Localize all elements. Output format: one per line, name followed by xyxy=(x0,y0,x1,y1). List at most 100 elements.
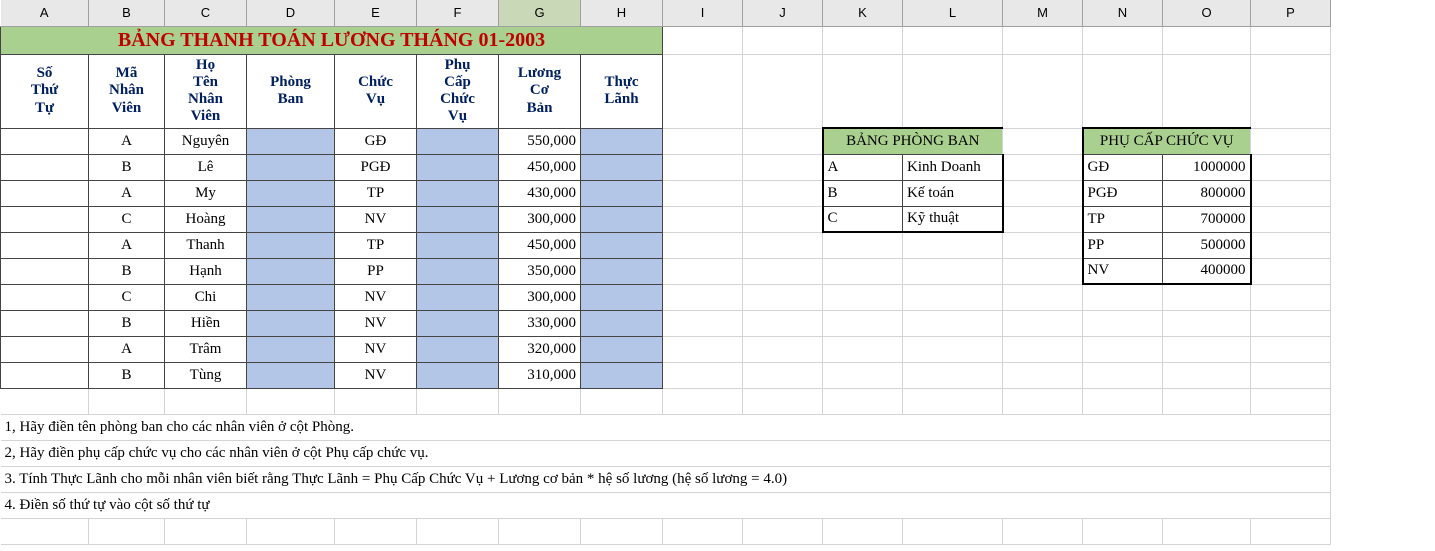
cell-stt[interactable] xyxy=(1,206,89,232)
col-header-H[interactable]: H xyxy=(581,0,663,26)
cell[interactable] xyxy=(1003,26,1083,54)
cell-chuc-vu[interactable]: NV xyxy=(335,310,417,336)
cell-chuc-vu[interactable]: TP xyxy=(335,232,417,258)
cell[interactable] xyxy=(823,336,903,362)
cell-phong-ban[interactable] xyxy=(247,128,335,154)
cell[interactable] xyxy=(1163,310,1251,336)
cell[interactable] xyxy=(903,518,1003,544)
allowance-header[interactable]: PHỤ CẤP CHỨC VỤ xyxy=(1083,128,1251,154)
allowance-role[interactable]: PP xyxy=(1083,232,1163,258)
cell-stt[interactable] xyxy=(1,336,89,362)
header-b[interactable]: MãNhânViên xyxy=(89,54,165,128)
col-header-G[interactable]: G xyxy=(499,0,581,26)
cell-phong-ban[interactable] xyxy=(247,336,335,362)
cell[interactable] xyxy=(903,284,1003,310)
col-header-D[interactable]: D xyxy=(247,0,335,26)
cell[interactable] xyxy=(743,128,823,154)
cell-stt[interactable] xyxy=(1,258,89,284)
cell[interactable] xyxy=(1251,258,1331,284)
col-header-B[interactable]: B xyxy=(89,0,165,26)
cell-phong-ban[interactable] xyxy=(247,232,335,258)
cell[interactable] xyxy=(1003,54,1083,128)
cell[interactable] xyxy=(1251,154,1331,180)
cell-luong-cb[interactable]: 430,000 xyxy=(499,180,581,206)
cell[interactable] xyxy=(1083,518,1163,544)
cell[interactable] xyxy=(1083,26,1163,54)
cell-chuc-vu[interactable]: NV xyxy=(335,206,417,232)
header-d[interactable]: PhòngBan xyxy=(247,54,335,128)
cell-ho-ten[interactable]: Hiền xyxy=(165,310,247,336)
cell-thuc-lanh[interactable] xyxy=(581,154,663,180)
cell-phu-cap[interactable] xyxy=(417,154,499,180)
allowance-amount[interactable]: 1000000 xyxy=(1163,154,1251,180)
cell[interactable] xyxy=(743,232,823,258)
allowance-amount[interactable]: 700000 xyxy=(1163,206,1251,232)
instruction-i4[interactable]: 4. Điền số thứ tự vào cột số thứ tự xyxy=(1,492,1331,518)
cell[interactable] xyxy=(1251,232,1331,258)
cell-luong-cb[interactable]: 550,000 xyxy=(499,128,581,154)
cell[interactable] xyxy=(823,54,903,128)
cell[interactable] xyxy=(499,388,581,414)
col-header-F[interactable]: F xyxy=(417,0,499,26)
spreadsheet-grid[interactable]: ABCDEFGHIJKLMNOPBẢNG THANH TOÁN LƯƠNG TH… xyxy=(0,0,1331,545)
cell[interactable] xyxy=(663,232,743,258)
cell[interactable] xyxy=(1251,54,1331,128)
cell-thuc-lanh[interactable] xyxy=(581,180,663,206)
cell-ho-ten[interactable]: Hoàng xyxy=(165,206,247,232)
allowance-role[interactable]: GĐ xyxy=(1083,154,1163,180)
cell[interactable] xyxy=(1083,54,1163,128)
col-header-M[interactable]: M xyxy=(1003,0,1083,26)
col-header-P[interactable]: P xyxy=(1251,0,1331,26)
cell-ho-ten[interactable]: Thanh xyxy=(165,232,247,258)
cell[interactable] xyxy=(823,518,903,544)
cell[interactable] xyxy=(1251,206,1331,232)
cell[interactable] xyxy=(663,180,743,206)
col-header-O[interactable]: O xyxy=(1163,0,1251,26)
cell-phong-ban[interactable] xyxy=(247,284,335,310)
cell[interactable] xyxy=(1163,362,1251,388)
cell[interactable] xyxy=(1251,128,1331,154)
cell-ma-nv[interactable]: C xyxy=(89,206,165,232)
cell[interactable] xyxy=(663,362,743,388)
cell[interactable] xyxy=(1163,518,1251,544)
col-header-C[interactable]: C xyxy=(165,0,247,26)
cell-ma-nv[interactable]: A xyxy=(89,232,165,258)
col-header-A[interactable]: A xyxy=(1,0,89,26)
cell-phu-cap[interactable] xyxy=(417,206,499,232)
cell-thuc-lanh[interactable] xyxy=(581,310,663,336)
cell[interactable] xyxy=(663,154,743,180)
cell[interactable] xyxy=(1003,336,1083,362)
allowance-role[interactable]: PGĐ xyxy=(1083,180,1163,206)
cell[interactable] xyxy=(581,388,663,414)
cell[interactable] xyxy=(89,518,165,544)
cell[interactable] xyxy=(1003,232,1083,258)
cell-phu-cap[interactable] xyxy=(417,258,499,284)
cell[interactable] xyxy=(417,518,499,544)
cell-ho-ten[interactable]: Hạnh xyxy=(165,258,247,284)
cell-chuc-vu[interactable]: NV xyxy=(335,284,417,310)
cell[interactable] xyxy=(1163,284,1251,310)
cell[interactable] xyxy=(1,518,89,544)
cell[interactable] xyxy=(1003,362,1083,388)
cell[interactable] xyxy=(1251,26,1331,54)
cell[interactable] xyxy=(1251,284,1331,310)
cell[interactable] xyxy=(743,258,823,284)
cell[interactable] xyxy=(1003,310,1083,336)
cell-stt[interactable] xyxy=(1,310,89,336)
col-header-I[interactable]: I xyxy=(663,0,743,26)
cell[interactable] xyxy=(335,518,417,544)
cell[interactable] xyxy=(89,388,165,414)
cell[interactable] xyxy=(663,258,743,284)
cell-ho-ten[interactable]: Lê xyxy=(165,154,247,180)
cell-phu-cap[interactable] xyxy=(417,128,499,154)
dept-code[interactable]: C xyxy=(823,206,903,232)
dept-header[interactable]: BẢNG PHÒNG BAN xyxy=(823,128,1003,154)
cell-phu-cap[interactable] xyxy=(417,232,499,258)
cell-phu-cap[interactable] xyxy=(417,310,499,336)
cell-ma-nv[interactable]: A xyxy=(89,180,165,206)
cell-phong-ban[interactable] xyxy=(247,206,335,232)
col-header-E[interactable]: E xyxy=(335,0,417,26)
cell[interactable] xyxy=(335,388,417,414)
header-f[interactable]: PhụCấpChứcVụ xyxy=(417,54,499,128)
cell-thuc-lanh[interactable] xyxy=(581,362,663,388)
